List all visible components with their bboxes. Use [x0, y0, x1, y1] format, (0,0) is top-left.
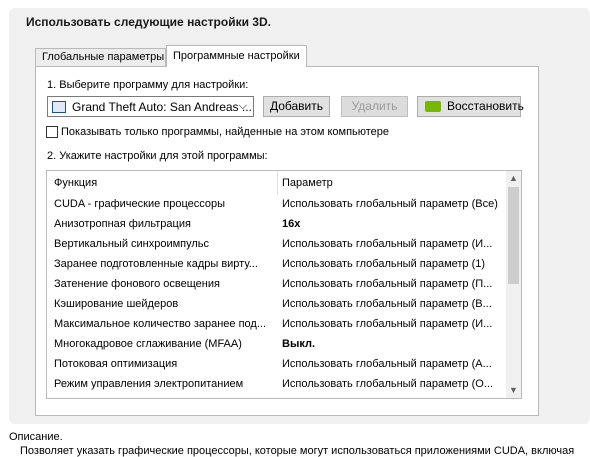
row-value: Использовать глобальный параметр (П...	[282, 278, 493, 290]
row-value: 16x	[282, 218, 301, 230]
table-row[interactable]: Потоковая оптимизация Использовать глоба…	[47, 354, 507, 374]
add-button[interactable]: Добавить	[263, 96, 330, 117]
chevron-down-icon: ⌵	[238, 100, 247, 112]
program-select-value: Grand Theft Auto: San Andreas ...	[72, 100, 252, 114]
row-feature: CUDA - графические процессоры	[54, 198, 226, 210]
row-feature: Кэширование шейдеров	[54, 298, 179, 310]
row-value: Использовать глобальный параметр (О...	[282, 378, 493, 390]
description-text: Позволяет указать графические процессоры…	[20, 445, 575, 457]
table-row[interactable]: Режим управления электропитанием Использ…	[47, 374, 507, 394]
vertical-scrollbar[interactable]: ▲ ▼	[506, 171, 521, 398]
table-row[interactable]: Затенение фонового освещения Использоват…	[47, 274, 507, 294]
scroll-up-arrow-icon[interactable]: ▲	[506, 171, 521, 186]
restore-button[interactable]: Восстановить	[417, 96, 524, 117]
row-value: Выкл.	[282, 338, 316, 350]
app-window-icon	[52, 101, 66, 113]
table-row[interactable]: Максимальное количество заранее под... И…	[47, 314, 507, 334]
settings-table: Функция Параметр CUDA - графические проц…	[46, 170, 522, 399]
tab-global-settings[interactable]: Глобальные параметры	[35, 48, 166, 66]
table-row[interactable]: Кэширование шейдеров Использовать глобал…	[47, 294, 507, 314]
row-feature: Заранее подготовленные кадры вирту...	[54, 258, 258, 270]
show-only-found-checkbox[interactable]	[46, 126, 58, 138]
row-value: Использовать глобальный параметр (1)	[282, 258, 486, 270]
table-row[interactable]: Вертикальный синхроимпульс Использовать …	[47, 234, 507, 254]
row-feature: Максимальное количество заранее под...	[54, 318, 267, 330]
table-row[interactable]: Заранее подготовленные кадры вирту... Ис…	[47, 254, 507, 274]
scroll-down-arrow-icon[interactable]: ▼	[506, 383, 521, 398]
row-value: Использовать глобальный параметр (А...	[282, 358, 492, 370]
row-feature: Затенение фонового освещения	[54, 278, 220, 290]
nvidia-logo-icon	[425, 101, 441, 112]
program-select[interactable]: Grand Theft Auto: San Andreas ... ⌵	[47, 96, 254, 117]
column-header-feature[interactable]: Функция	[54, 171, 97, 195]
row-feature: Многокадровое сглаживание (MFAA)	[54, 338, 242, 350]
row-value: Использовать глобальный параметр (И...	[282, 238, 493, 250]
row-value: Использовать глобальный параметр (В...	[282, 298, 492, 310]
show-only-found-label: Показывать только программы, найденные н…	[61, 126, 390, 138]
tab-program-settings[interactable]: Программные настройки	[166, 45, 307, 67]
scrollbar-thumb[interactable]	[508, 187, 519, 284]
row-value: Использовать глобальный параметр (И...	[282, 318, 493, 330]
row-value: Использовать глобальный параметр (Все)	[282, 198, 498, 210]
row-feature: Вертикальный синхроимпульс	[54, 238, 210, 250]
row-feature: Режим управления электропитанием	[54, 378, 244, 390]
table-row[interactable]: Многокадровое сглаживание (MFAA) Выкл.	[47, 334, 507, 354]
row-feature: Потоковая оптимизация	[54, 358, 178, 370]
table-row[interactable]: CUDA - графические процессоры Использова…	[47, 194, 507, 214]
remove-button[interactable]: Удалить	[341, 96, 408, 117]
step2-label: 2. Укажите настройки для этой программы:	[47, 150, 268, 162]
description-label: Описание.	[9, 431, 63, 443]
page-heading: Использовать следующие настройки 3D.	[26, 15, 271, 29]
column-divider[interactable]	[277, 171, 278, 195]
table-row[interactable]: Анизотропная фильтрация 16x	[47, 214, 507, 234]
row-feature: Анизотропная фильтрация	[54, 218, 191, 230]
restore-button-label: Восстановить	[447, 99, 524, 113]
column-header-value[interactable]: Параметр	[282, 171, 333, 195]
step1-label: 1. Выберите программу для настройки:	[47, 79, 249, 91]
